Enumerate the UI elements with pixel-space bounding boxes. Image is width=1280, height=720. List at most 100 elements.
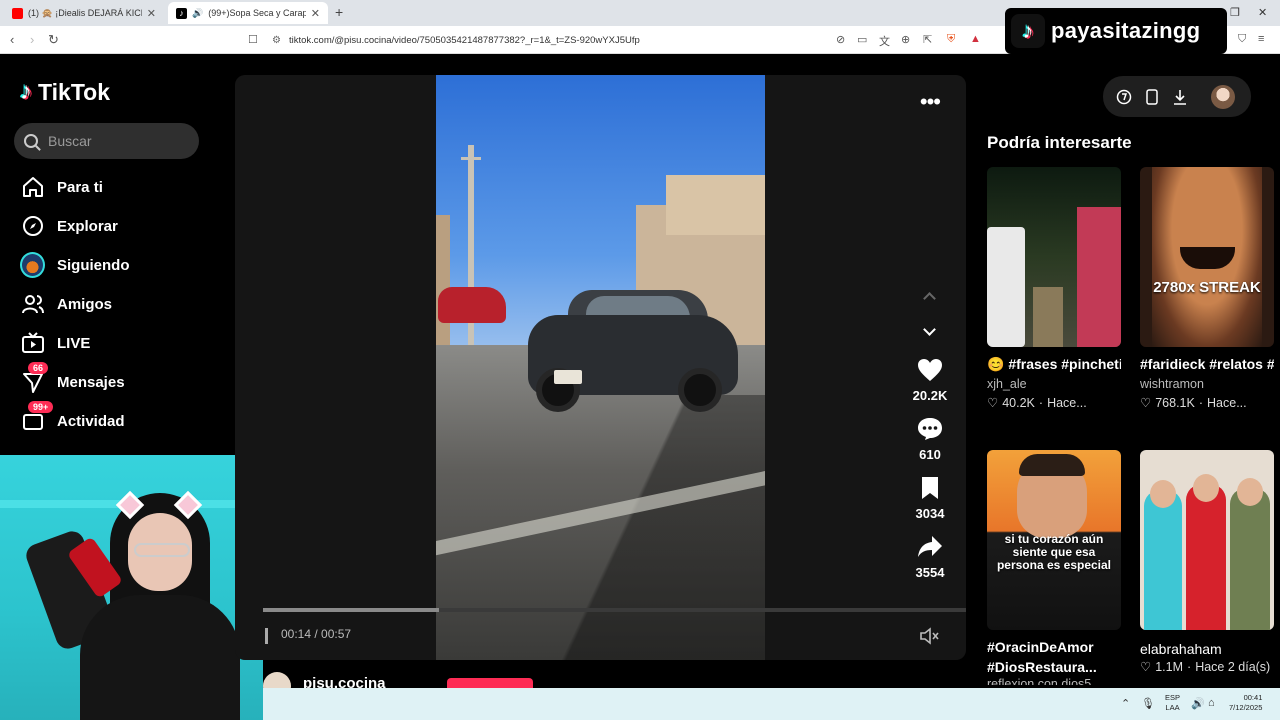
suggestion-caption: #OracinDeAmor #DiosRestaura... (987, 639, 1097, 675)
sidebar-item-amigos[interactable]: Amigos (20, 289, 210, 319)
speaker-icon[interactable]: 🔊 (1191, 697, 1205, 710)
chevron-up-icon[interactable]: ⌃ (1121, 697, 1130, 710)
heart-outline-icon: ♡ (1140, 660, 1152, 674)
suggestion-card[interactable]: 😊 #frases #pinchetiktokpon... xjh_ale ♡ … (987, 167, 1121, 410)
sidebar-item-para-ti[interactable]: Para ti (20, 172, 210, 202)
suggestion-thumbnail[interactable]: 2780x STREAK (1140, 167, 1274, 347)
search-icon (24, 134, 38, 148)
save-count: 3034 (915, 506, 945, 521)
speaker-icon[interactable]: 🔊 (192, 8, 203, 19)
search-input[interactable] (48, 133, 188, 149)
suggestion-caption: #faridieck #relatos #peliculas #paratii.… (1140, 356, 1274, 372)
tab-title: (1) 🙊 ¡Diealis DEJARÁ KICK? 🤚 ¡Br... (28, 7, 142, 18)
no-track-icon[interactable]: ⊘ (836, 33, 845, 46)
sidebar-item-mensajes[interactable]: 66 Mensajes (20, 361, 210, 397)
sidebar-item-actividad[interactable]: 99+ Actividad (20, 400, 210, 436)
microphone-icon[interactable]: 🎙 (1141, 697, 1155, 710)
sidebar-item-label: Actividad (57, 412, 125, 430)
activity-icon: 99+ (20, 400, 54, 434)
suggestion-author: elabrahaham (1140, 641, 1222, 657)
suggestion-card[interactable]: elabrahaham ♡ 1.1M · Hace 2 día(s) (1140, 450, 1274, 674)
sidebar-item-live[interactable]: LIVE (20, 328, 210, 358)
sidebar-item-explorar[interactable]: Explorar (20, 211, 210, 241)
close-tab-icon[interactable]: ✕ (311, 7, 320, 20)
video-player[interactable]: ••• 20.2K 610 3034 3554 00:14 / 00:57 (235, 75, 966, 660)
car (528, 290, 738, 415)
streamer-name: payasitazingg (1051, 18, 1201, 43)
zoom-icon[interactable]: ⊕ (901, 33, 910, 46)
sidebar-item-label: Mensajes (57, 373, 125, 391)
suggestion-card[interactable]: si tu corazón aún siente que esa persona… (987, 450, 1121, 685)
profile-avatar[interactable] (1211, 85, 1235, 109)
close-window-icon[interactable]: ✕ (1258, 6, 1267, 19)
suggestion-thumbnail[interactable] (987, 167, 1121, 347)
webcam-overlay (0, 455, 263, 720)
author-avatar[interactable] (263, 672, 291, 688)
logo-text: TikTok (38, 78, 110, 105)
post-age: Hace... (1047, 395, 1087, 410)
new-tab-icon[interactable]: + (335, 4, 343, 20)
sidebar-item-label: Para ti (57, 178, 103, 196)
heart-outline-icon: ♡ (1140, 396, 1152, 410)
chevron-down-icon (922, 322, 936, 336)
video-frame[interactable] (436, 75, 765, 660)
like-button[interactable]: 20.2K (905, 358, 955, 403)
suggestion-thumbnail[interactable] (1140, 450, 1274, 630)
chevron-up-icon (922, 291, 936, 305)
download-icon[interactable] (1171, 88, 1189, 106)
author-name[interactable]: pisu.cocina (303, 675, 386, 688)
search-box[interactable] (14, 123, 199, 159)
tiktok-logo-icon: ♪ (1011, 14, 1045, 48)
messages-icon: 66 (20, 361, 49, 395)
sidebar-item-label: Amigos (57, 295, 113, 313)
heart-icon (918, 359, 942, 381)
volume-icon[interactable] (919, 627, 941, 650)
language-indicator[interactable]: ESP LAA (1165, 693, 1180, 713)
translate-icon[interactable]: 文 (879, 33, 890, 49)
suggestions-title: Podría interesarte (987, 133, 1132, 152)
suggestion-card[interactable]: 2780x STREAK #faridieck #relatos #pelicu… (1140, 167, 1274, 410)
system-clock[interactable]: 00:41 7/12/2025 (1229, 693, 1262, 713)
suggestion-stats: ♡ 768.1K · Hace... (1140, 395, 1247, 411)
follow-button[interactable] (447, 678, 533, 688)
bookmark-icon[interactable]: ☐ (248, 33, 258, 46)
clock-time: 00:41 (1243, 693, 1263, 702)
forward-icon[interactable]: › (30, 32, 34, 47)
close-tab-icon[interactable]: ✕ (147, 7, 156, 20)
reload-icon[interactable]: ↻ (48, 32, 59, 48)
site-info-icon[interactable]: ⚙ (272, 35, 281, 46)
browser-tab-tiktok[interactable]: ♪ 🔊 (99+)Sopa Seca y Carapulcra ✕ (168, 2, 328, 24)
share-button[interactable]: 3554 (905, 535, 955, 580)
windows-taskbar: ⌃ 🎙 ESP LAA 🔊 ⌂ 00:41 7/12/2025 (263, 688, 1280, 720)
brave-shield-icon[interactable]: ⛨ (947, 33, 955, 46)
coin-icon[interactable] (1115, 88, 1133, 106)
menu-icon[interactable]: ≡ (1258, 33, 1264, 45)
brave-rewards-icon[interactable]: ▲ (970, 33, 981, 45)
sidebar-item-siguiendo[interactable]: Siguiendo (20, 250, 210, 280)
like-count: 1.1M (1155, 659, 1184, 674)
clock-date: 7/12/2025 (1229, 703, 1263, 712)
play-indicator (265, 628, 268, 644)
next-video-button[interactable] (918, 320, 940, 342)
tiktok-logo[interactable]: ♪ TikTok (20, 78, 110, 106)
more-options-icon[interactable]: ••• (920, 89, 941, 115)
previous-video-button[interactable] (918, 285, 940, 307)
save-button[interactable]: 3034 (905, 476, 955, 521)
maximize-icon[interactable]: ❐ (1230, 6, 1240, 19)
compass-icon (20, 214, 45, 239)
top-actions-bar (1103, 76, 1251, 117)
vpn-icon[interactable]: ⛉ (1238, 33, 1246, 46)
mobile-app-icon[interactable] (1143, 88, 1161, 106)
streak-overlay-text: 2780x STREAK (1153, 279, 1261, 296)
network-icon[interactable]: ⌂ (1208, 697, 1215, 709)
cast-icon[interactable]: ▭ (857, 33, 867, 46)
comment-button[interactable]: 610 (905, 417, 955, 462)
share-arrow-icon (918, 536, 942, 557)
share-icon[interactable]: ⇱ (923, 33, 932, 46)
video-progress-bar[interactable] (263, 608, 966, 612)
back-icon[interactable]: ‹ (10, 32, 14, 47)
suggestion-stats: ♡ 1.1M · Hace 2 día(s) (1140, 659, 1271, 675)
browser-tab-youtube[interactable]: (1) 🙊 ¡Diealis DEJARÁ KICK? 🤚 ¡Br... ✕ (4, 2, 164, 24)
suggestion-thumbnail[interactable]: si tu corazón aún siente que esa persona… (987, 450, 1121, 630)
youtube-icon (12, 7, 23, 19)
